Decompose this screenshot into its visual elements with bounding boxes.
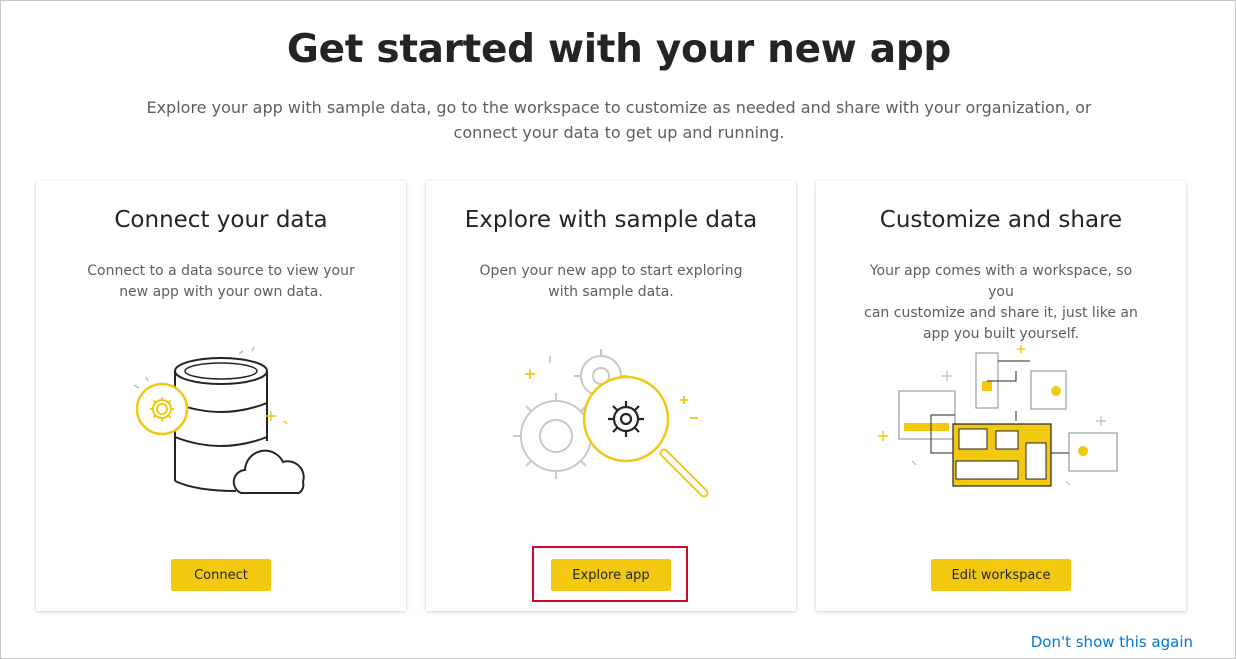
card-title: Explore with sample data: [464, 207, 758, 233]
card-description: Your app comes with a workspace, so you …: [856, 261, 1146, 345]
card-title: Connect your data: [114, 207, 328, 233]
database-cloud-illustration: [133, 346, 305, 494]
card-customize-share: Customize and share Your app comes with …: [816, 181, 1186, 611]
subtitle-line-1: Explore your app with sample data, go to…: [146, 98, 1092, 117]
subtitle-line-2: connect your data to get up and running.: [453, 123, 785, 142]
card-description: Connect to a data source to view your ne…: [76, 261, 366, 303]
workspace-dashboard-illustration: [878, 345, 1118, 487]
card-description: Open your new app to start exploring wit…: [466, 261, 756, 303]
card-connect-data: Connect your data Connect to a data sour…: [36, 181, 406, 611]
card-desc-line: with sample data.: [548, 284, 674, 300]
card-desc-line: Your app comes with a workspace, so you: [869, 263, 1133, 300]
dont-show-again-link[interactable]: Don't show this again: [1031, 633, 1193, 651]
card-desc-line: new app with your own data.: [119, 284, 323, 300]
card-desc-line: can customize and share it, just like an: [864, 305, 1138, 321]
highlight-box: [532, 546, 688, 602]
page-title: Get started with your new app: [286, 27, 952, 72]
connect-button[interactable]: Connect: [171, 559, 271, 591]
card-title: Customize and share: [879, 207, 1123, 233]
page-subtitle: Explore your app with sample data, go to…: [139, 95, 1099, 145]
edit-workspace-button[interactable]: Edit workspace: [931, 559, 1071, 591]
gears-magnifier-illustration: [513, 349, 709, 498]
card-desc-line: Connect to a data source to view your: [87, 263, 355, 279]
card-desc-line: Open your new app to start exploring: [479, 263, 743, 279]
